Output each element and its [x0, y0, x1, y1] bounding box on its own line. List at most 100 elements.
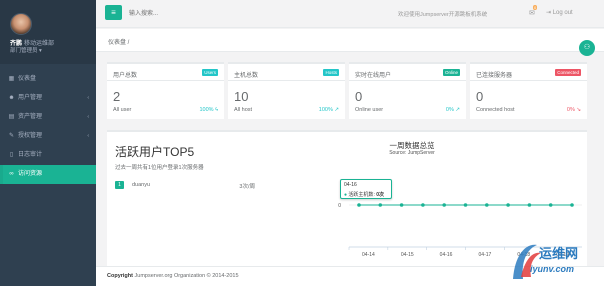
user-name: duanyu [132, 182, 151, 188]
menu-toggle-button[interactable]: ≡ [105, 5, 122, 20]
data-point [463, 203, 468, 207]
stat-percent: 100% ↗ [318, 107, 339, 113]
sidebar-item-label: 仪表盘 [18, 76, 37, 82]
tooltip-value: 0次 [376, 192, 384, 198]
stat-percent: 0% ↘ [566, 107, 581, 113]
profile-role-dropdown[interactable]: 部门管理员 ▾ [10, 46, 42, 54]
breadcrumb-bar: 仪表盘 / ⚇ [96, 29, 604, 56]
stat-label: Connected host [476, 107, 515, 113]
status-badge: Users [202, 69, 218, 76]
panel-title: 活跃用户TOP5 [115, 145, 195, 159]
settings-button[interactable]: ⚇ [579, 40, 595, 56]
data-point [485, 203, 489, 207]
edit-icon: ✎ [8, 133, 15, 139]
stat-card-hosts: 主机总数 Hosts 10 All host 100% ↗ [228, 62, 345, 119]
stat-title: 已连接服务器 [476, 73, 513, 79]
stat-label: All user [113, 107, 132, 113]
divider [107, 80, 224, 81]
data-point [357, 203, 361, 207]
sidebar-item-label: 资产管理 [18, 114, 43, 120]
sidebar: 齐鹏 移动运维部 部门管理员 ▾ ▦ 仪表盘 ☻ 用户管理 ‹ ▤ 资产管理 ‹ ✎ 授权管理… [0, 0, 96, 286]
link-icon: ∞ [9, 171, 14, 177]
data-point [548, 203, 553, 207]
sidebar-item-label: 日志审计 [18, 152, 43, 158]
profile-panel: 齐鹏 移动运维部 部门管理员 ▾ [0, 0, 96, 64]
chart-tooltip: 04-16 ● 活跃主机数: 0次 [340, 179, 392, 199]
data-point [399, 203, 404, 207]
sidebar-item-assets[interactable]: ▤ 资产管理 ‹ [0, 108, 96, 127]
status-badge: Connected [555, 69, 581, 76]
divider [470, 80, 587, 81]
y-tick-label: 0 [338, 203, 341, 209]
stat-value: 0 [476, 89, 484, 104]
data-point [442, 203, 446, 207]
dashboard-icon: ▦ [8, 76, 15, 82]
logout-label: Log out [552, 10, 573, 16]
footer-org: Jumpserver.org Organization © 2014-2015 [134, 273, 239, 279]
stat-card-users: 用户总数 Users 2 All user 100% ϟ [107, 62, 224, 119]
panel-subtitle: 过去一周共有1位用户登录1次服务器 [115, 165, 204, 171]
x-tick-label: 04-14 [362, 252, 375, 258]
rank-badge: 1 [115, 181, 124, 189]
stat-title: 实时在线用户 [355, 73, 392, 79]
sidebar-item-access[interactable]: ∞ 访问资源 [0, 165, 96, 184]
avatar[interactable] [10, 13, 32, 35]
x-tick-label: 04-15 [401, 252, 414, 258]
tooltip-date: 04-16 [344, 182, 357, 188]
stat-card-connected: 已连接服务器 Connected 0 Connected host 0% ↘ [470, 62, 587, 119]
sidebar-item-label: 用户管理 [18, 95, 43, 101]
footer-text: Copyright Jumpserver.org Organization © … [107, 273, 239, 279]
data-point [570, 203, 574, 207]
mail-button[interactable]: ✉ 0 [529, 5, 538, 17]
data-point [527, 203, 532, 207]
sign-out-icon: ⇥ [546, 10, 553, 16]
footer-copyright: Copyright [107, 273, 133, 279]
chevron-left-icon: ‹ [87, 95, 89, 101]
watermark-cn: 运维网 [539, 246, 579, 261]
data-point [378, 203, 383, 207]
chevron-left-icon: ‹ [87, 133, 89, 139]
stat-value: 2 [113, 89, 121, 104]
stat-card-online: 实时在线用户 Online 0 Online user 0% ↗ [349, 62, 466, 119]
sidebar-item-label: 授权管理 [18, 133, 43, 139]
stat-title: 主机总数 [234, 73, 259, 79]
users-icon: ☻ [8, 95, 15, 101]
top-navbar: ≡ 欢迎使用Jumpserver开源跳板机系统 ✉0 ⇥ Log out [96, 0, 604, 28]
status-badge: Hosts [323, 69, 339, 76]
watermark: 运维网 iyunv.com [505, 235, 600, 283]
x-tick-label: 04-16 [440, 252, 453, 258]
inbox-icon: ▤ [8, 114, 15, 120]
stat-percent: 100% ϟ [199, 107, 218, 113]
user-plus-icon: ⚇ [583, 44, 591, 51]
stat-value: 10 [234, 89, 249, 104]
envelope-icon: ✉ [529, 10, 535, 17]
data-point [506, 203, 510, 207]
divider [349, 80, 466, 81]
logout-link[interactable]: ⇥ Log out [546, 9, 573, 16]
stat-label: Online user [355, 107, 384, 113]
chevron-left-icon: ‹ [87, 114, 89, 120]
sidebar-item-users[interactable]: ☻ 用户管理 ‹ [0, 89, 96, 108]
sidebar-item-dashboard[interactable]: ▦ 仪表盘 [0, 70, 96, 89]
series-dot-icon: ● [344, 192, 348, 198]
watermark-en: iyunv.com [530, 264, 575, 274]
welcome-text: 欢迎使用Jumpserver开源跳板机系统 [398, 12, 488, 18]
tooltip-series: 活跃主机数 [348, 192, 374, 198]
status-badge: Online [442, 69, 460, 76]
sidebar-item-permissions[interactable]: ✎ 授权管理 ‹ [0, 127, 96, 146]
stat-percent: 0% ↗ [445, 107, 460, 113]
tooltip-line: ● 活跃主机数: 0次 [344, 192, 384, 198]
data-point [421, 203, 425, 207]
divider [228, 80, 345, 81]
stat-title: 用户总数 [113, 73, 138, 79]
stat-label: All host [234, 107, 253, 113]
stat-value: 0 [355, 89, 363, 104]
search-input[interactable] [129, 8, 249, 19]
menu-icon: ≡ [111, 8, 116, 17]
x-tick-label: 04-17 [479, 252, 492, 258]
files-icon: ▯ [9, 152, 14, 158]
chart-subtitle: Source: JumpServer [389, 150, 435, 156]
sidebar-item-label: 访问资源 [18, 171, 43, 177]
sidebar-item-logs[interactable]: ▯ 日志审计 [0, 146, 96, 165]
breadcrumb: 仪表盘 / [108, 40, 130, 46]
